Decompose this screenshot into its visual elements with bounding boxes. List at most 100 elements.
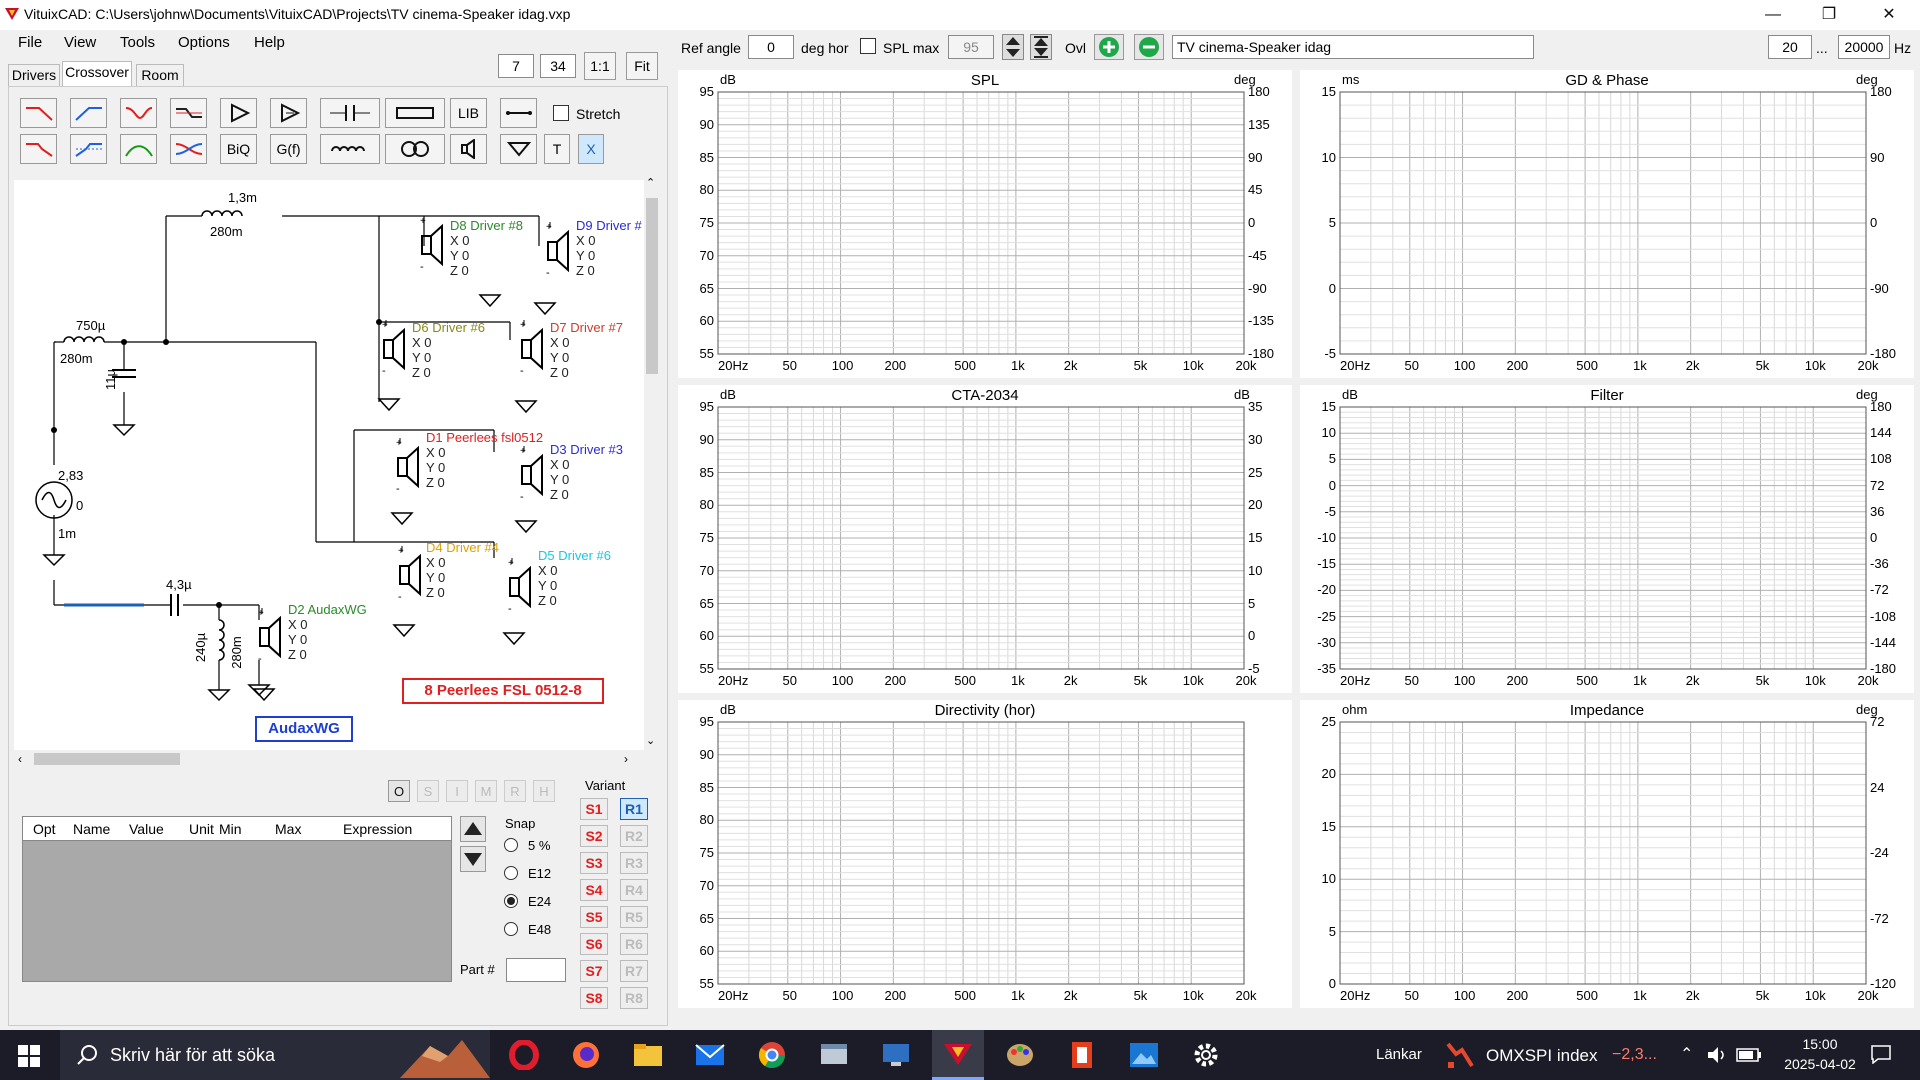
opt-button-m[interactable]: M xyxy=(475,780,497,802)
graph-filter[interactable] xyxy=(1300,385,1914,693)
project-name-field[interactable]: TV cinema-Speaker idag xyxy=(1172,35,1534,59)
remote-desktop-icon[interactable] xyxy=(870,1030,922,1080)
scroll-left-icon[interactable]: ‹ xyxy=(18,752,22,766)
schematic-vertical-scrollbar[interactable] xyxy=(644,180,660,750)
variant-r5[interactable]: R5 xyxy=(620,906,648,928)
move-up-icon[interactable] xyxy=(460,816,486,842)
menu-help[interactable]: Help xyxy=(254,34,285,51)
note-audaxwg[interactable]: AudaxWG xyxy=(255,716,353,742)
opt-button-i[interactable]: I xyxy=(446,780,468,802)
variant-r7[interactable]: R7 xyxy=(620,960,648,982)
windows-start-icon[interactable] xyxy=(18,1045,40,1067)
inductor-button[interactable] xyxy=(320,134,380,164)
lowpass-1-button[interactable] xyxy=(20,98,57,128)
overlay-remove-icon[interactable] xyxy=(1134,34,1164,60)
variant-r2[interactable]: R2 xyxy=(620,825,648,847)
spl-max-field[interactable]: 95 xyxy=(948,35,994,59)
freq-min-field[interactable]: 20 xyxy=(1768,35,1812,59)
zoom-a-field[interactable]: 7 xyxy=(498,54,534,78)
maximize-button[interactable]: ❐ xyxy=(1806,0,1852,30)
driver-name-d6[interactable]: D6 Driver #6 xyxy=(412,320,485,335)
close-button[interactable]: ✕ xyxy=(1866,0,1912,30)
shelf-button[interactable] xyxy=(170,98,207,128)
zoom-b-field[interactable]: 34 xyxy=(540,54,576,78)
menu-options[interactable]: Options xyxy=(178,34,230,51)
battery-icon[interactable] xyxy=(1736,1048,1762,1062)
speaker-button[interactable] xyxy=(450,134,487,164)
speaker-icon[interactable]: + - xyxy=(392,546,426,607)
text-button[interactable]: T xyxy=(544,134,570,164)
lowpass-2-button[interactable] xyxy=(20,134,57,164)
variant-s7[interactable]: S7 xyxy=(580,960,608,982)
opt-button-r[interactable]: R xyxy=(504,780,526,802)
biquad-button[interactable]: BiQ xyxy=(220,134,257,164)
delete-button[interactable]: X xyxy=(578,134,604,164)
volume-icon[interactable] xyxy=(1706,1046,1728,1064)
scroll-up-icon[interactable]: ⌃ xyxy=(646,176,655,189)
menu-view[interactable]: View xyxy=(64,34,96,51)
paint-icon[interactable] xyxy=(994,1030,1046,1080)
links-label[interactable]: Länkar xyxy=(1376,1046,1422,1063)
speaker-icon[interactable]: + - xyxy=(252,608,286,669)
speaker-icon[interactable]: + - xyxy=(390,438,424,499)
capacitor-button[interactable] xyxy=(320,98,380,128)
resistor-button[interactable] xyxy=(385,98,445,128)
stretch-checkbox[interactable] xyxy=(553,105,569,121)
variant-s4[interactable]: S4 xyxy=(580,879,608,901)
opera-icon[interactable] xyxy=(498,1030,550,1080)
opt-button-s[interactable]: S xyxy=(417,780,439,802)
zoom-fit-button[interactable]: Fit xyxy=(626,52,658,80)
mail-icon[interactable] xyxy=(684,1030,736,1080)
variant-s3[interactable]: S3 xyxy=(580,852,608,874)
graph-cta[interactable] xyxy=(678,385,1292,693)
notch-button[interactable] xyxy=(120,98,157,128)
variant-r4[interactable]: R4 xyxy=(620,879,648,901)
amplifier-button[interactable] xyxy=(220,98,257,128)
clock-time[interactable]: 15:00 xyxy=(1790,1036,1850,1052)
driver-name-d2[interactable]: D2 AudaxWG xyxy=(288,602,367,617)
driver-name-d8[interactable]: D8 Driver #8 xyxy=(450,218,523,233)
speaker-icon[interactable]: + - xyxy=(514,320,548,381)
variant-r6[interactable]: R6 xyxy=(620,933,648,955)
parameter-table[interactable]: Opt Name Value Unit Min Max Expression xyxy=(22,816,452,982)
chrome-icon[interactable] xyxy=(746,1030,798,1080)
menu-tools[interactable]: Tools xyxy=(120,34,155,51)
driver-name-d5[interactable]: D5 Driver #6 xyxy=(538,548,611,563)
buffer-button[interactable] xyxy=(270,98,307,128)
library-button[interactable]: LIB xyxy=(450,98,487,128)
app-window-icon[interactable] xyxy=(808,1030,860,1080)
scroll-down-icon[interactable]: ⌄ xyxy=(646,734,655,747)
scroll-right-icon[interactable]: › xyxy=(624,752,628,766)
firefox-icon[interactable] xyxy=(560,1030,612,1080)
driver-name-d3[interactable]: D3 Driver #3 xyxy=(550,442,623,457)
driver-name-d7[interactable]: D7 Driver #7 xyxy=(550,320,623,335)
speaker-icon[interactable]: + - xyxy=(376,320,410,381)
zoom-1-1-button[interactable]: 1:1 xyxy=(584,52,616,80)
driver-name-d1[interactable]: D1 Peerlees fsl0512 xyxy=(426,430,543,445)
driver-name-d4[interactable]: D4 Driver #4 xyxy=(426,540,499,555)
snap-radio-e24[interactable] xyxy=(504,894,518,908)
variant-r3[interactable]: R3 xyxy=(620,852,648,874)
file-explorer-icon[interactable] xyxy=(622,1030,674,1080)
graph-imp[interactable] xyxy=(1300,700,1914,1008)
notifications-icon[interactable] xyxy=(1870,1044,1892,1064)
wire-button[interactable] xyxy=(500,98,537,128)
tab-drivers[interactable]: Drivers xyxy=(8,64,60,86)
clock-date[interactable]: 2025-04-02 xyxy=(1776,1056,1864,1072)
snap-radio-5[interactable] xyxy=(504,838,518,852)
move-down-icon[interactable] xyxy=(460,846,486,872)
settings-gear-icon[interactable] xyxy=(1180,1030,1232,1080)
photos-icon[interactable] xyxy=(1118,1030,1170,1080)
tab-room[interactable]: Room xyxy=(136,64,184,86)
driver-name-d9[interactable]: D9 Driver # xyxy=(576,218,642,233)
snap-radio-e12[interactable] xyxy=(504,866,518,880)
transformer-button[interactable] xyxy=(385,134,445,164)
snap-radio-e48[interactable] xyxy=(504,922,518,936)
part-number-input[interactable] xyxy=(506,958,566,982)
highpass-2-button[interactable] xyxy=(70,134,107,164)
tab-crossover[interactable]: Crossover xyxy=(62,61,132,86)
spl-updown-icon[interactable] xyxy=(1002,34,1024,60)
schematic-horizontal-scrollbar[interactable] xyxy=(14,750,644,766)
highpass-1-button[interactable] xyxy=(70,98,107,128)
variant-s6[interactable]: S6 xyxy=(580,933,608,955)
